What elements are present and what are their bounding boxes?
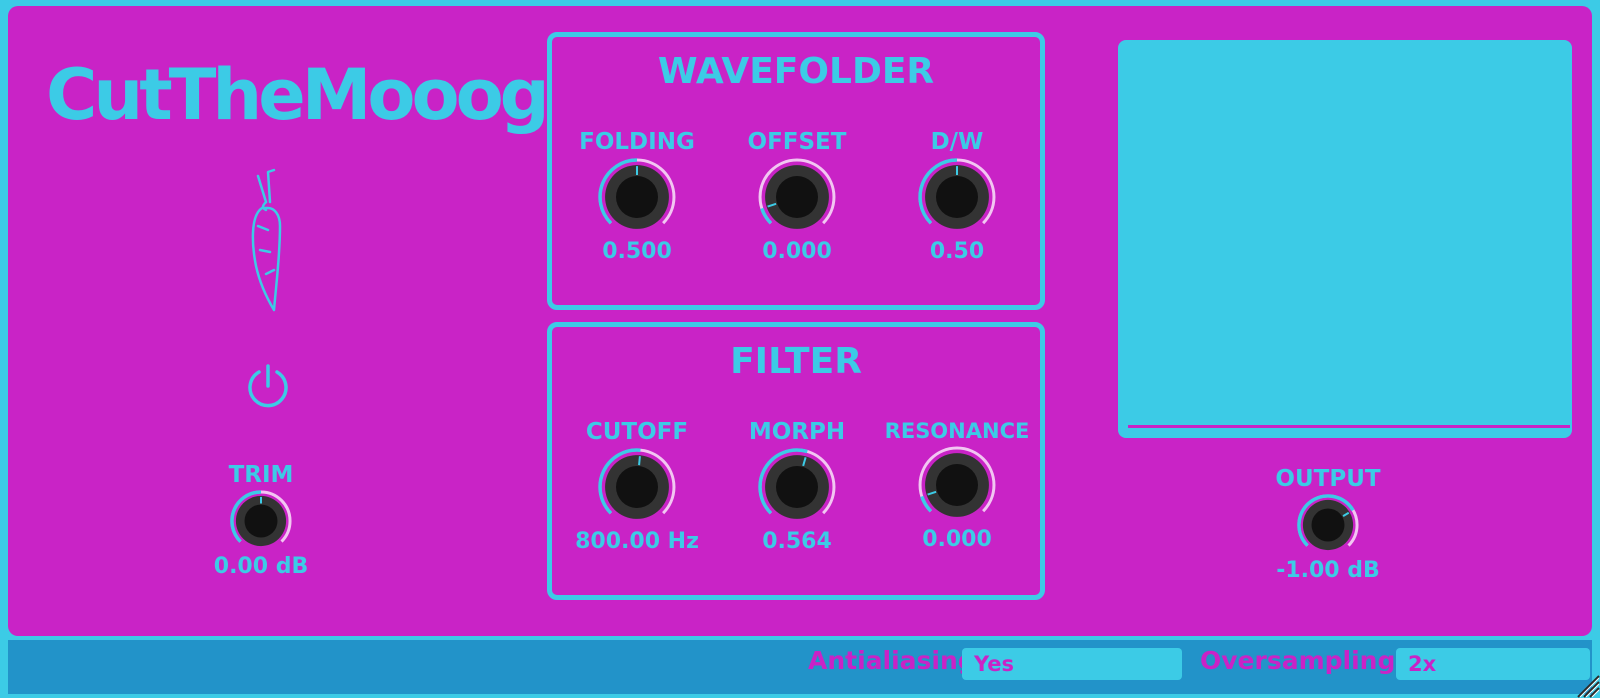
antialiasing-label: Antialiasing <box>808 646 976 675</box>
folding-value: 0.500 <box>602 239 672 264</box>
filter-title: FILTER <box>730 341 862 382</box>
knob-body <box>616 466 658 508</box>
offset-value: 0.000 <box>762 239 832 264</box>
display-baseline <box>1128 425 1570 428</box>
trim-value: 0.00 dB <box>213 554 309 579</box>
antialiasing-select[interactable]: Yes <box>962 648 1182 680</box>
resonance-control: RESONANCE 0.000 <box>882 419 1032 552</box>
morph-label: MORPH <box>748 419 846 445</box>
knob-body <box>936 176 978 218</box>
knob-pointer <box>638 456 641 466</box>
knob-body <box>244 504 278 538</box>
trim-control: TRIM 0.00 dB <box>206 462 316 579</box>
drywet-knob[interactable] <box>915 155 999 239</box>
drywet-value: 0.50 <box>929 239 985 264</box>
wavefolder-section: WAVEFOLDER FOLDING 0.500 OFFSET 0.000 D/… <box>547 32 1045 310</box>
knob-body <box>936 464 978 506</box>
folding-control: FOLDING 0.500 <box>572 129 702 264</box>
folding-label: FOLDING <box>579 129 695 155</box>
footer-bar: Antialiasing Yes Oversampling: 2x <box>8 640 1592 694</box>
output-knob[interactable] <box>1295 492 1361 558</box>
offset-label: OFFSET <box>747 129 847 155</box>
morph-value: 0.564 <box>762 529 832 554</box>
trim-knob[interactable] <box>228 488 294 554</box>
knob-body <box>616 176 658 218</box>
spectrum-display <box>1118 40 1572 438</box>
output-label: OUTPUT <box>1275 466 1381 492</box>
wavefolder-title: WAVEFOLDER <box>657 51 935 92</box>
filter-section: FILTER CUTOFF 800.00 Hz MORPH 0.564 RESO… <box>547 322 1045 600</box>
resonance-label: RESONANCE <box>884 419 1030 443</box>
drywet-label: D/W <box>930 129 984 155</box>
resize-grip-icon[interactable] <box>1572 670 1600 698</box>
oversampling-select[interactable]: 2x <box>1396 648 1590 680</box>
resonance-knob[interactable] <box>915 443 999 527</box>
knob-body <box>1311 508 1345 542</box>
output-control: OUTPUT -1.00 dB <box>1263 466 1393 583</box>
drywet-control: D/W 0.50 <box>892 129 1022 264</box>
oversampling-label: Oversampling: <box>1200 646 1406 675</box>
carrot-icon <box>251 168 282 312</box>
app-title: CutTheMooog <box>46 54 550 136</box>
cutoff-label: CUTOFF <box>585 419 689 445</box>
cutoff-value: 800.00 Hz <box>575 529 699 554</box>
knob-body <box>776 176 818 218</box>
offset-control: OFFSET 0.000 <box>732 129 862 264</box>
knob-body <box>776 466 818 508</box>
morph-knob[interactable] <box>755 445 839 529</box>
trim-label: TRIM <box>228 462 294 488</box>
plugin-panel: CutTheMooog TRIM 0.00 dB WAVEFOLDER FOLD… <box>8 6 1592 636</box>
resonance-value: 0.000 <box>922 527 992 552</box>
cutoff-knob[interactable] <box>595 445 679 529</box>
offset-knob[interactable] <box>755 155 839 239</box>
power-icon[interactable] <box>244 362 292 410</box>
morph-control: MORPH 0.564 <box>732 419 862 554</box>
output-value: -1.00 dB <box>1276 558 1380 583</box>
folding-knob[interactable] <box>595 155 679 239</box>
cutoff-control: CUTOFF 800.00 Hz <box>572 419 702 554</box>
